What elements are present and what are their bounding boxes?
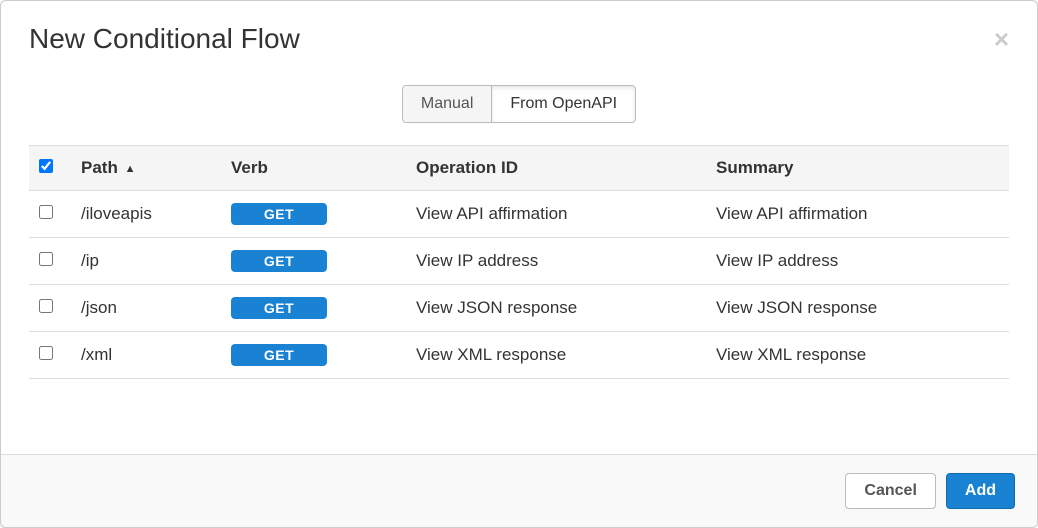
verb-badge: GET bbox=[231, 203, 327, 225]
tab-from-openapi[interactable]: From OpenAPI bbox=[491, 85, 636, 123]
dialog-footer: Cancel Add bbox=[1, 454, 1037, 527]
header-verb[interactable]: Verb bbox=[221, 146, 406, 191]
tab-manual[interactable]: Manual bbox=[402, 85, 491, 123]
cell-path: /json bbox=[71, 285, 221, 332]
header-path-label: Path bbox=[81, 158, 118, 177]
new-conditional-flow-dialog: New Conditional Flow × Manual From OpenA… bbox=[0, 0, 1038, 528]
verb-badge: GET bbox=[231, 250, 327, 272]
verb-badge: GET bbox=[231, 344, 327, 366]
dialog-header: New Conditional Flow × bbox=[1, 1, 1037, 65]
operations-table: Path ▲ Verb Operation ID Summary /ilovea… bbox=[29, 145, 1009, 379]
header-path[interactable]: Path ▲ bbox=[71, 146, 221, 191]
row-checkbox[interactable] bbox=[39, 299, 53, 313]
cell-summary: View XML response bbox=[706, 332, 1009, 379]
table-row: /iloveapis GET View API affirmation View… bbox=[29, 191, 1009, 238]
cell-summary: View JSON response bbox=[706, 285, 1009, 332]
header-operation-id[interactable]: Operation ID bbox=[406, 146, 706, 191]
sort-ascending-icon: ▲ bbox=[125, 163, 136, 175]
cancel-button[interactable]: Cancel bbox=[845, 473, 935, 509]
cell-summary: View IP address bbox=[706, 238, 1009, 285]
cell-operation-id: View API affirmation bbox=[406, 191, 706, 238]
cell-path: /ip bbox=[71, 238, 221, 285]
cell-summary: View API affirmation bbox=[706, 191, 1009, 238]
cell-path: /iloveapis bbox=[71, 191, 221, 238]
dialog-title: New Conditional Flow bbox=[29, 23, 300, 55]
table-row: /json GET View JSON response View JSON r… bbox=[29, 285, 1009, 332]
header-summary[interactable]: Summary bbox=[706, 146, 1009, 191]
table-row: /xml GET View XML response View XML resp… bbox=[29, 332, 1009, 379]
operations-table-wrap: Path ▲ Verb Operation ID Summary /ilovea… bbox=[1, 145, 1037, 454]
verb-badge: GET bbox=[231, 297, 327, 319]
tab-button-group: Manual From OpenAPI bbox=[402, 85, 636, 123]
add-button[interactable]: Add bbox=[946, 473, 1015, 509]
tab-bar: Manual From OpenAPI bbox=[1, 65, 1037, 145]
cell-operation-id: View XML response bbox=[406, 332, 706, 379]
cell-path: /xml bbox=[71, 332, 221, 379]
select-all-checkbox[interactable] bbox=[39, 159, 53, 173]
row-checkbox[interactable] bbox=[39, 346, 53, 360]
header-select-all bbox=[29, 146, 71, 191]
table-header-row: Path ▲ Verb Operation ID Summary bbox=[29, 146, 1009, 191]
row-checkbox[interactable] bbox=[39, 252, 53, 266]
cell-operation-id: View IP address bbox=[406, 238, 706, 285]
cell-operation-id: View JSON response bbox=[406, 285, 706, 332]
row-checkbox[interactable] bbox=[39, 205, 53, 219]
table-row: /ip GET View IP address View IP address bbox=[29, 238, 1009, 285]
close-icon[interactable]: × bbox=[994, 26, 1009, 52]
